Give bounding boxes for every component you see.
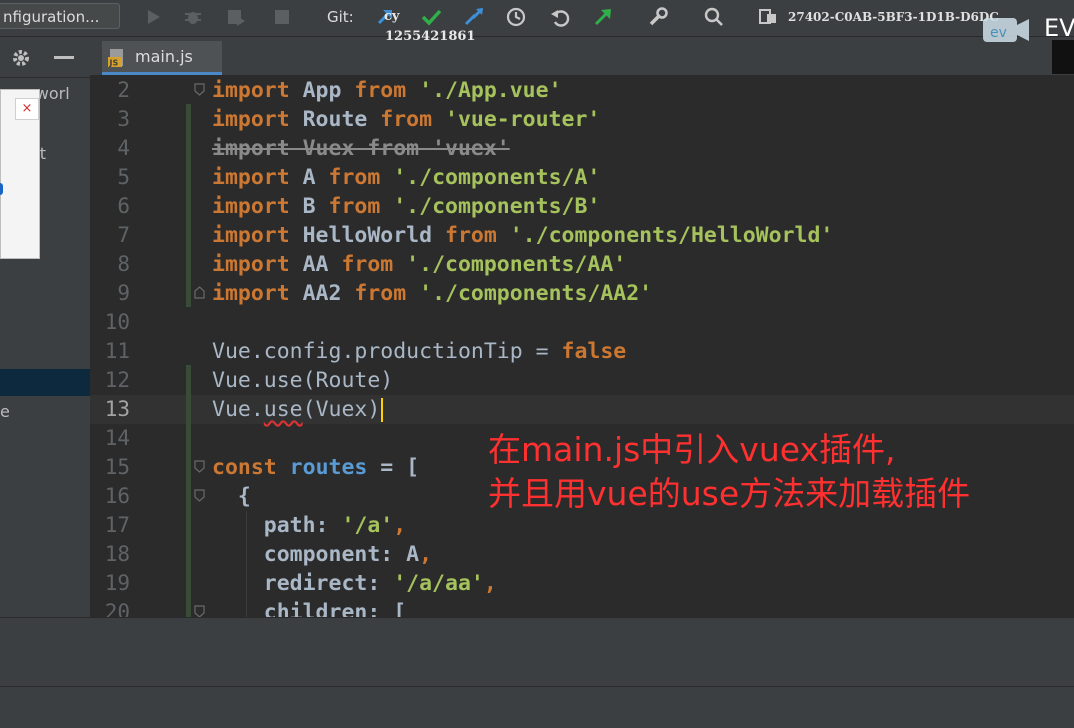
line-number: 19 <box>104 571 130 595</box>
code-line-19[interactable]: redirect: '/a/aa', <box>212 569 497 598</box>
vcs-change-marker <box>186 104 191 307</box>
annotation-line-2: 并且用vue的use方法来加载插件 <box>488 474 971 513</box>
code-editor[interactable]: 2 3 4 5 6 7 8 9 10 11 12 13 14 15 16 17 18 19 20 import Ap… <box>90 75 1074 617</box>
code-line-18[interactable]: component: A, <box>212 540 432 569</box>
vcs-merge-icon[interactable] <box>463 6 485 28</box>
code-line-15[interactable]: const routes = [ <box>212 453 419 482</box>
tab-label: main.js <box>135 47 193 66</box>
git-label: Git: <box>327 8 354 26</box>
run-icon[interactable] <box>142 6 164 28</box>
device-id-text: 27402-C0AB-5BF3-1D1B-D6DC <box>788 10 999 24</box>
tree-item-selected[interactable] <box>0 369 90 396</box>
line-number: 3 <box>117 107 130 131</box>
line-number: 17 <box>104 513 130 537</box>
line-number: 10 <box>104 310 130 334</box>
line-number: 16 <box>104 484 130 508</box>
close-icon[interactable]: × <box>15 98 39 120</box>
line-number: 18 <box>104 542 130 566</box>
code-line-12[interactable]: Vue.use(Route) <box>212 366 393 395</box>
line-number: 12 <box>104 368 130 392</box>
gear-icon[interactable] <box>10 47 32 69</box>
revert-icon[interactable] <box>549 6 571 28</box>
recorder-ev-text: EV <box>1044 14 1074 42</box>
device-icon <box>757 6 779 28</box>
code-line-11[interactable]: Vue.config.productionTip = false <box>212 337 626 366</box>
annotation-line-1: 在main.js中引入vuex插件, <box>488 430 896 469</box>
line-number: 9 <box>117 281 130 305</box>
js-file-icon: JS <box>107 48 127 68</box>
popup-indicator <box>0 183 3 195</box>
code-line-5[interactable]: import A from './components/A' <box>212 163 600 192</box>
popup-window: × <box>0 89 40 259</box>
main-toolbar: nfiguration... Git: cy 27402-C0AB-5BF3-1… <box>0 0 1074 37</box>
line-number: 20 <box>104 600 130 617</box>
code-line-3[interactable]: import Route from 'vue-router' <box>212 105 600 134</box>
stop-icon[interactable] <box>271 6 293 28</box>
code-line-8[interactable]: import AA from './components/AA' <box>212 250 626 279</box>
push-icon[interactable] <box>592 6 614 28</box>
project-panel-toolbar <box>0 37 90 78</box>
recorder-overlay-background <box>1052 40 1074 74</box>
coverage-icon[interactable] <box>225 6 247 28</box>
search-icon[interactable] <box>703 6 725 28</box>
history-icon[interactable] <box>505 6 527 28</box>
text-cursor <box>381 398 384 422</box>
line-number: 13 <box>104 397 130 421</box>
fold-icon[interactable] <box>194 605 205 617</box>
vcs-change-marker <box>186 365 191 617</box>
svg-text:ev: ev <box>990 25 1007 41</box>
run-configuration-dropdown[interactable]: nfiguration... <box>0 3 120 29</box>
line-number: 4 <box>117 136 130 160</box>
fold-icon[interactable] <box>194 83 205 96</box>
line-number: 5 <box>117 165 130 189</box>
code-line-6[interactable]: import B from './components/B' <box>212 192 600 221</box>
camera-icon: ev <box>982 15 1030 45</box>
editor-tab-bar: JS main.js <box>90 37 1074 76</box>
line-number: 7 <box>117 223 130 247</box>
tutorial-annotation: 在main.js中引入vuex插件, 并且用vue的use方法来加载插件 <box>488 428 970 516</box>
fold-icon[interactable] <box>194 460 205 473</box>
code-line-2[interactable]: import App from './App.vue' <box>212 76 562 105</box>
svg-text:JS: JS <box>109 59 119 68</box>
code-line-17[interactable]: path: '/a', <box>212 511 406 540</box>
debug-icon[interactable] <box>182 6 204 28</box>
overlay-number-text: 1255421861 <box>385 29 476 44</box>
fold-icon[interactable] <box>194 286 205 299</box>
tab-main-js[interactable]: JS main.js <box>102 41 222 75</box>
collapse-minus-icon[interactable] <box>54 56 74 59</box>
vcs-commit-icon[interactable] <box>420 6 442 28</box>
line-number: 14 <box>104 426 130 450</box>
wrench-icon[interactable] <box>647 6 669 28</box>
code-line-20[interactable]: children: [ <box>212 598 406 617</box>
tree-item-file[interactable]: e <box>0 402 10 421</box>
code-line-16[interactable]: { <box>212 482 251 511</box>
panel-divider <box>0 686 1074 687</box>
line-number: 2 <box>117 78 130 102</box>
code-line-13[interactable]: Vue.use(Vuex) <box>212 395 384 424</box>
line-number: 6 <box>117 194 130 218</box>
bottom-panel <box>0 617 1074 728</box>
line-number-gutter: 2 3 4 5 6 7 8 9 10 11 12 13 14 15 16 17 18 19 20 <box>90 75 186 617</box>
line-number: 15 <box>104 455 130 479</box>
fold-icon[interactable] <box>194 489 205 502</box>
code-line-4[interactable]: import Vuex from 'vuex' <box>212 134 510 163</box>
line-number: 11 <box>104 339 130 363</box>
code-line-7[interactable]: import HelloWorld from './components/Hel… <box>212 221 833 250</box>
overlay-user-text: cy <box>384 9 400 24</box>
code-line-9[interactable]: import AA2 from './components/AA2' <box>212 279 652 308</box>
line-number: 8 <box>117 252 130 276</box>
